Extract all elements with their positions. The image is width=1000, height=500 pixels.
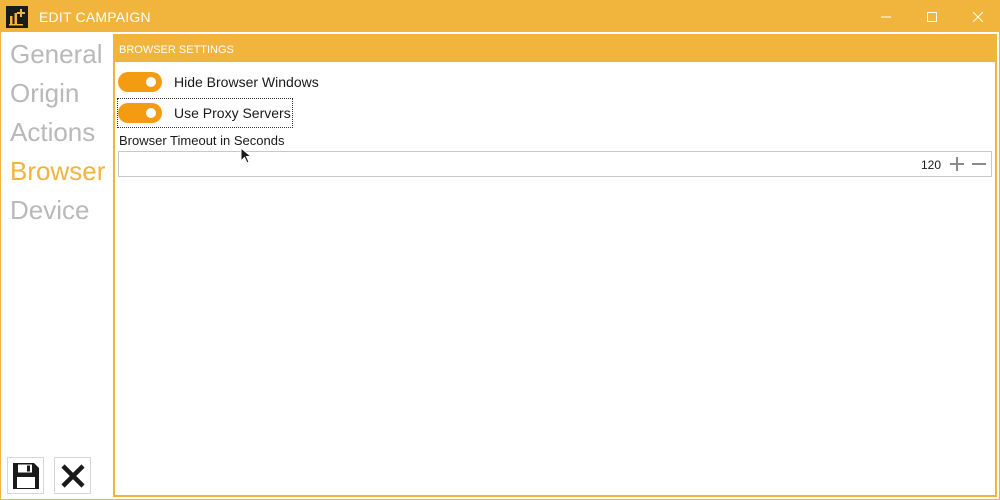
minus-icon[interactable] [971, 156, 987, 172]
window-title: EDIT CAMPAIGN [39, 9, 151, 25]
save-icon [12, 462, 39, 489]
minimize-icon [881, 16, 891, 17]
browser-timeout-value[interactable]: 120 [921, 158, 941, 172]
close-icon [60, 463, 85, 488]
close-window-button[interactable] [955, 1, 1000, 32]
use-proxy-servers-row[interactable]: Use Proxy Servers [117, 98, 293, 128]
chart-plus-icon [6, 6, 28, 28]
section-header: BROWSER SETTINGS [115, 36, 995, 62]
minimize-button[interactable] [863, 1, 909, 32]
sidebar: General Origin Actions Browser Device [1, 32, 113, 499]
use-proxy-servers-label: Use Proxy Servers [174, 105, 291, 121]
toggle-knob [146, 77, 156, 87]
hide-browser-windows-toggle[interactable] [118, 72, 162, 92]
edit-campaign-window: EDIT CAMPAIGN General Origin Actions Bro… [0, 0, 1000, 500]
title-bar[interactable]: EDIT CAMPAIGN [1, 1, 999, 32]
sidebar-item-device[interactable]: Device [10, 195, 89, 226]
browser-timeout-label: Browser Timeout in Seconds [119, 133, 285, 148]
browser-settings-panel: BROWSER SETTINGS Hide Browser Windows Us… [113, 34, 997, 497]
sidebar-item-origin[interactable]: Origin [10, 78, 79, 109]
use-proxy-servers-toggle[interactable] [118, 103, 162, 123]
save-button[interactable] [7, 457, 44, 494]
section-title: BROWSER SETTINGS [119, 44, 234, 56]
sidebar-item-general[interactable]: General [10, 39, 103, 70]
sidebar-item-browser[interactable]: Browser [10, 156, 105, 187]
toggle-knob [146, 108, 156, 118]
cancel-button[interactable] [54, 457, 91, 494]
maximize-icon [927, 11, 937, 22]
mouse-cursor-icon [240, 147, 252, 164]
hide-browser-windows-label: Hide Browser Windows [174, 74, 319, 90]
plus-icon[interactable] [949, 156, 965, 172]
sidebar-item-actions[interactable]: Actions [10, 117, 95, 148]
hide-browser-windows-row[interactable]: Hide Browser Windows [118, 68, 319, 96]
maximize-button[interactable] [909, 1, 955, 32]
close-icon [973, 11, 983, 22]
